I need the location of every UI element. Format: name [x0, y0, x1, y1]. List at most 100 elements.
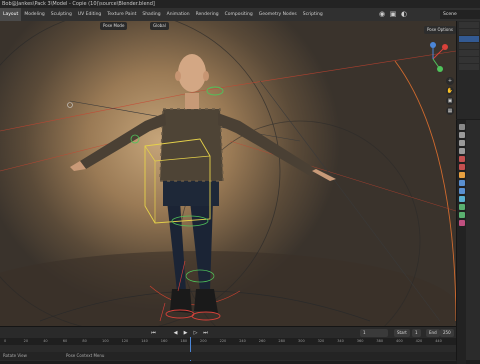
tab-texture-paint[interactable]: Texture Paint: [104, 8, 139, 21]
output-tab-icon[interactable]: [458, 140, 465, 146]
outliner-row[interactable]: [459, 22, 479, 28]
physics-tab-icon[interactable]: [458, 196, 465, 202]
play-reverse-icon[interactable]: ◀: [172, 329, 179, 337]
hip-box-edge: [144, 145, 156, 223]
outliner-row[interactable]: [459, 64, 479, 70]
end-frame-field[interactable]: 250: [440, 329, 454, 337]
viewport-scene: [0, 21, 456, 326]
status-right: Pose Context Menu: [66, 353, 105, 358]
particles-tab-icon[interactable]: [458, 188, 465, 194]
status-bar: Rotate View Pose Context Menu: [0, 352, 456, 360]
ruler-tick: 20: [23, 339, 29, 343]
data-tab-icon[interactable]: [458, 212, 465, 218]
zoom-icon[interactable]: +: [446, 77, 454, 85]
start-frame-label: Start: [394, 329, 410, 337]
mode-dropdown[interactable]: Pose Mode: [100, 22, 128, 30]
ruler-tick: 340: [337, 339, 344, 343]
window-title: Bob@Jankes\Pack 3\Model - Copie (10)\sou…: [2, 1, 155, 7]
ruler-tick: 300: [298, 339, 305, 343]
tab-compositing[interactable]: Compositing: [222, 8, 256, 21]
tab-shading[interactable]: Shading: [139, 8, 163, 21]
ruler-tick: 220: [219, 339, 227, 343]
torso-shirt: [160, 109, 223, 181]
scene-tab-icon[interactable]: [458, 156, 465, 162]
step-forward-icon[interactable]: ▷: [192, 329, 199, 337]
3d-viewport[interactable]: Pose Mode Global Pose Options + ✋ ▣ ▦: [0, 21, 456, 326]
world-tab-icon[interactable]: [458, 164, 465, 170]
ruler-tick: 420: [415, 339, 423, 343]
tab-geometry-nodes[interactable]: Geometry Nodes: [256, 8, 300, 21]
ruler-tick: 400: [396, 339, 403, 343]
outliner-row[interactable]: [459, 57, 479, 63]
properties-panel[interactable]: [456, 120, 480, 364]
tool-tab-icon[interactable]: [458, 124, 465, 130]
start-frame-field[interactable]: 1: [412, 329, 421, 337]
ruler-tick: 100: [102, 339, 109, 343]
current-frame-field[interactable]: 1: [360, 329, 388, 337]
ruler-tick: 280: [278, 339, 286, 343]
jump-start-icon[interactable]: ⏮: [150, 329, 157, 337]
tab-sculpting[interactable]: Sculpting: [48, 8, 75, 21]
ear-left: [175, 71, 181, 81]
viewport-side-rail: + ✋ ▣ ▦: [446, 77, 454, 137]
head-control: [206, 86, 224, 96]
left-arm: [80, 113, 166, 169]
floor-shadow: [0, 251, 456, 326]
scene-selector[interactable]: Scene: [440, 10, 480, 19]
ruler-tick: 80: [82, 339, 87, 343]
overlay-icon[interactable]: ◐: [400, 10, 408, 18]
status-left: Rotate View: [3, 353, 27, 358]
tab-scripting[interactable]: Scripting: [300, 8, 326, 21]
transform-orientation-dropdown[interactable]: Global: [150, 22, 169, 30]
red-line-right: [229, 140, 456, 212]
ruler-tick: 140: [141, 339, 148, 343]
neck: [185, 93, 199, 109]
jump-end-icon[interactable]: ⏭: [202, 329, 209, 337]
head: [178, 54, 206, 92]
view-layer-tab-icon[interactable]: [458, 148, 465, 154]
ruler-tick: 160: [160, 339, 168, 343]
constraints-tab-icon[interactable]: [458, 204, 465, 210]
pose-options-button[interactable]: Pose Options: [424, 26, 456, 34]
ruler-tick: 360: [356, 339, 364, 343]
right-arm: [218, 113, 316, 177]
outliner-row[interactable]: [459, 43, 479, 49]
perspective-icon[interactable]: ▦: [446, 107, 454, 115]
ruler-tick: 320: [317, 339, 325, 343]
tab-layout[interactable]: Layout: [0, 8, 22, 21]
ruler-tick: 60: [62, 339, 68, 343]
tab-animation[interactable]: Animation: [164, 8, 193, 21]
navigation-gizmo[interactable]: [430, 42, 448, 72]
ruler-tick: 380: [376, 339, 384, 343]
ruler-tick: 180: [180, 339, 188, 343]
frame-ruler[interactable]: 0 20 40 60 80 100 120 140 160 180 200 220 240 260 280 3…: [0, 338, 456, 345]
ruler-tick: 200: [200, 339, 207, 343]
tab-rendering[interactable]: Rendering: [193, 8, 222, 21]
left-shoe: [170, 289, 192, 313]
pan-icon[interactable]: ✋: [446, 87, 454, 95]
view-icon[interactable]: ▣: [389, 10, 397, 18]
right-hand: [312, 169, 336, 181]
camera-view-icon[interactable]: ▣: [446, 97, 454, 105]
window-title-bar: Bob@Jankes\Pack 3\Model - Copie (10)\sou…: [0, 0, 480, 8]
play-icon[interactable]: ▶: [182, 329, 189, 337]
ruler-tick: 40: [43, 339, 48, 343]
object-tab-icon[interactable]: [458, 172, 465, 178]
tab-modeling[interactable]: Modeling: [21, 8, 47, 21]
outliner-row[interactable]: [459, 50, 479, 56]
workspace-tabs: Layout Modeling Sculpting UV Editing Tex…: [0, 8, 326, 21]
ruler-tick: 0: [4, 339, 7, 343]
outliner-panel[interactable]: [456, 21, 480, 119]
render-tab-icon[interactable]: [458, 132, 465, 138]
material-tab-icon[interactable]: [458, 220, 465, 226]
ruler-tick: 260: [258, 339, 266, 343]
right-shoe: [194, 289, 218, 313]
outliner-row-selected[interactable]: [459, 36, 479, 42]
viewport-header: Pose Mode Global: [0, 21, 456, 33]
outliner-row[interactable]: [459, 29, 479, 35]
timeline-controls: ⏮ ◀ ▶ ▷ ⏭ 1 Start 1 End 250: [0, 329, 456, 338]
tab-uv-editing[interactable]: UV Editing: [75, 8, 104, 21]
camera-icon[interactable]: ◉: [378, 10, 386, 18]
joint-circle: [67, 102, 73, 108]
modifier-tab-icon[interactable]: [458, 180, 465, 186]
